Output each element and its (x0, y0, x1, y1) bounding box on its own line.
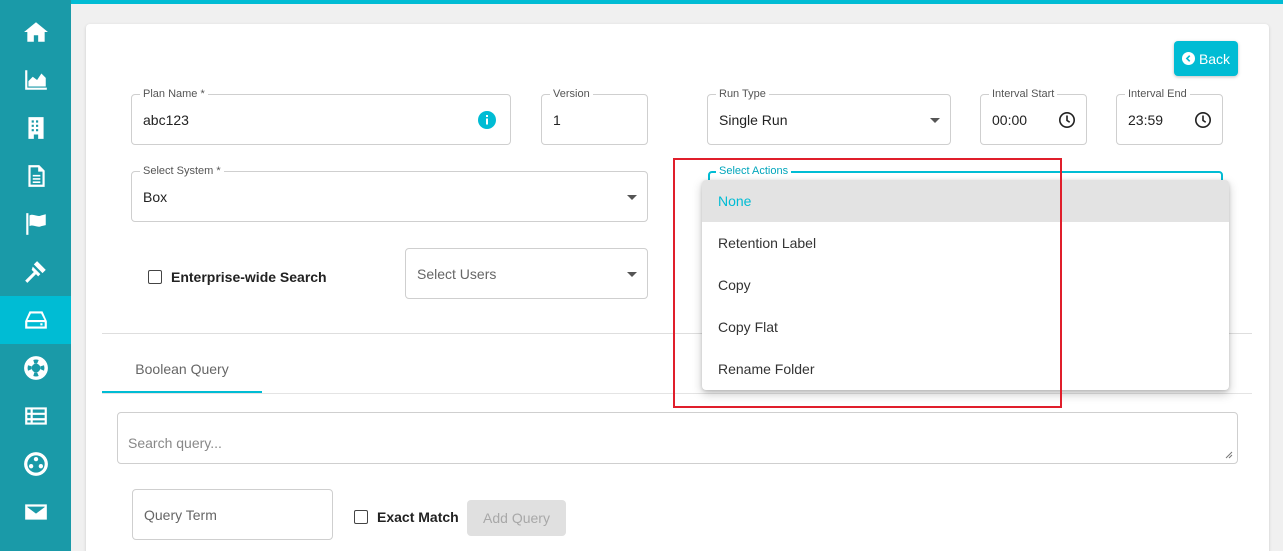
home-icon (23, 22, 48, 42)
clock-icon[interactable] (1058, 111, 1076, 129)
select-system-label: Select System * (140, 165, 224, 178)
gavel-icon (24, 261, 46, 283)
envelope-icon (24, 504, 47, 520)
sidebar-item-mail[interactable] (0, 488, 71, 536)
exact-match-checkbox[interactable] (354, 510, 368, 524)
dropdown-option-copy[interactable]: Copy (702, 264, 1229, 306)
interval-start-field[interactable]: Interval Start 00:00 (980, 88, 1087, 145)
sidebar-item-buildings[interactable] (0, 104, 71, 152)
flag-icon (25, 213, 46, 235)
query-term-input[interactable]: Query Term (132, 489, 333, 540)
sidebar-item-storage[interactable] (0, 296, 71, 344)
chevron-down-icon (627, 194, 637, 200)
top-accent-bar (71, 0, 1283, 4)
chevron-down-icon (627, 271, 637, 277)
interval-end-field[interactable]: Interval End 23:59 (1116, 88, 1223, 145)
back-button[interactable]: Back (1174, 41, 1238, 76)
lifebuoy-icon (23, 356, 48, 380)
search-query-input[interactable]: Search query... (117, 412, 1238, 464)
sidebar-item-documents[interactable] (0, 152, 71, 200)
chevron-left-circle-icon (1181, 52, 1195, 65)
tab-boolean-query[interactable]: Boolean Query (102, 351, 262, 393)
run-type-value: Single Run (719, 111, 788, 128)
sidebar-item-home[interactable] (0, 8, 71, 56)
tab-boolean-query-label: Boolean Query (135, 361, 229, 377)
query-term-placeholder: Query Term (144, 506, 217, 523)
dropdown-option-retention-label[interactable]: Retention Label (702, 222, 1229, 264)
sidebar (0, 0, 71, 551)
sidebar-item-analytics[interactable] (0, 56, 71, 104)
interval-start-label: Interval Start (989, 88, 1058, 101)
run-type-select[interactable]: Run Type Single Run (707, 88, 951, 145)
plan-name-field[interactable]: Plan Name * abc123 (131, 88, 511, 145)
add-query-button[interactable]: Add Query (467, 500, 566, 536)
select-system-value: Box (143, 188, 168, 205)
dropdown-option-rename-folder[interactable]: Rename Folder (702, 348, 1229, 390)
interval-start-value: 00:00 (992, 111, 1028, 128)
dropdown-option-copy-flat[interactable]: Copy Flat (702, 306, 1229, 348)
sidebar-item-network[interactable] (0, 440, 71, 488)
run-type-label: Run Type (716, 88, 769, 101)
select-system-select[interactable]: Select System * Box (131, 165, 648, 222)
version-value: 1 (553, 111, 561, 128)
sidebar-item-support[interactable] (0, 344, 71, 392)
clock-icon[interactable] (1194, 111, 1212, 129)
network-icon (23, 452, 48, 476)
back-button-label: Back (1198, 50, 1231, 67)
plan-name-label: Plan Name * (140, 88, 208, 101)
select-actions-dropdown: None Retention Label Copy Copy Flat Rena… (702, 180, 1229, 390)
interval-end-value: 23:59 (1128, 111, 1164, 128)
select-users-select[interactable]: Select Users (405, 248, 648, 299)
enterprise-search-checkbox[interactable] (148, 270, 162, 284)
drive-icon (24, 311, 47, 329)
tab-divider (102, 393, 1252, 394)
sidebar-item-legal[interactable] (0, 248, 71, 296)
select-users-placeholder: Select Users (417, 265, 497, 282)
enterprise-search-label: Enterprise-wide Search (171, 269, 327, 285)
version-field[interactable]: Version 1 (541, 88, 648, 145)
building-icon (27, 117, 44, 139)
chevron-down-icon (930, 117, 940, 123)
interval-end-label: Interval End (1125, 88, 1190, 101)
resize-grip-icon[interactable] (1225, 451, 1233, 459)
document-icon (27, 165, 45, 187)
list-icon (24, 407, 47, 425)
select-actions-label: Select Actions (716, 165, 792, 177)
sidebar-item-list[interactable] (0, 392, 71, 440)
info-icon[interactable] (478, 110, 496, 129)
version-label: Version (550, 88, 593, 101)
search-query-placeholder: Search query... (128, 435, 222, 451)
dropdown-option-none[interactable]: None (702, 180, 1229, 222)
plan-name-value: abc123 (143, 111, 189, 128)
exact-match-label: Exact Match (377, 509, 459, 525)
area-chart-icon (24, 70, 47, 90)
sidebar-item-flags[interactable] (0, 200, 71, 248)
